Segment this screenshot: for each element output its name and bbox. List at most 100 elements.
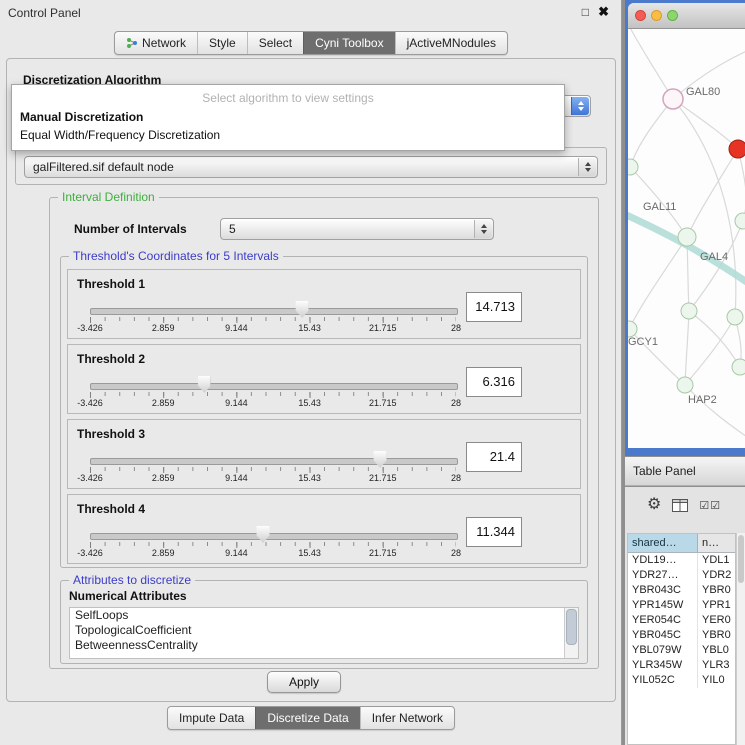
node-label-gal80: GAL80 — [686, 86, 720, 98]
dropdown-placeholder: Select algorithm to view settings — [12, 88, 564, 108]
cell[interactable]: YBL0 — [698, 643, 735, 658]
dropdown-option-manual-discretization[interactable]: Manual Discretization — [12, 108, 564, 126]
table-row[interactable]: YDL19…YDL1 — [628, 553, 735, 568]
tab-label: Infer Network — [372, 711, 443, 725]
threshold-slider[interactable] — [90, 383, 458, 390]
cell[interactable]: YIL0 — [698, 673, 735, 688]
node-gal4[interactable] — [678, 228, 696, 246]
node-hap2[interactable] — [677, 377, 693, 393]
dropdown-option-equal-width[interactable]: Equal Width/Frequency Discretization — [12, 126, 564, 144]
list-item[interactable]: BetweennessCentrality — [70, 638, 578, 653]
cell[interactable]: YDL19… — [628, 553, 698, 568]
cell[interactable]: YBR043C — [628, 583, 698, 598]
show-columns-icon[interactable] — [672, 499, 688, 512]
slider-thumb[interactable] — [296, 301, 309, 318]
table-row[interactable]: YER054CYER0 — [628, 613, 735, 628]
tab-infer-network[interactable]: Infer Network — [360, 707, 454, 729]
cell[interactable]: YBL079W — [628, 643, 698, 658]
scrollbar-thumb[interactable] — [738, 535, 744, 583]
table-row[interactable]: YIL052CYIL0 — [628, 673, 735, 688]
cell[interactable]: YBR0 — [698, 628, 735, 643]
threshold-slider[interactable] — [90, 458, 458, 465]
threshold-label: Threshold 1 — [77, 277, 145, 291]
scale-label: 21.715 — [369, 323, 397, 333]
number-of-intervals-combobox[interactable]: 5 — [220, 218, 494, 240]
table-scrollbar[interactable] — [736, 533, 745, 745]
scale-label: 9.144 — [225, 398, 248, 408]
table-panel-body: ⚙ ☑☑ shared… n… YDL19…YDL1 YDR27…YDR2 YB… — [625, 487, 745, 745]
node-label-gal11: GAL11 — [643, 201, 676, 213]
threshold-value-field[interactable]: 14.713 — [466, 292, 522, 322]
list-scrollbar[interactable] — [564, 608, 578, 658]
scale-label: -3.426 — [77, 398, 103, 408]
cell[interactable]: YDL1 — [698, 553, 735, 568]
cell[interactable]: YLR3 — [698, 658, 735, 673]
scale-label: 28 — [451, 473, 461, 483]
slider-thumb[interactable] — [257, 526, 270, 543]
cell[interactable]: YDR27… — [628, 568, 698, 583]
table-row[interactable]: YBR045CYBR0 — [628, 628, 735, 643]
column-header-name[interactable]: n… — [698, 534, 735, 552]
tab-network[interactable]: Network — [115, 32, 197, 54]
number-of-intervals-value: 5 — [229, 219, 471, 239]
tab-impute-data[interactable]: Impute Data — [168, 707, 255, 729]
attributes-list[interactable]: SelfLoops TopologicalCoefficient Between… — [69, 607, 579, 659]
node-gcy1[interactable] — [628, 321, 637, 337]
cell[interactable]: YIL052C — [628, 673, 698, 688]
node-label-gal4: GAL4 — [700, 251, 728, 263]
network-window-titlebar[interactable] — [628, 3, 745, 29]
scale-label: 9.144 — [225, 473, 248, 483]
table-data-combobox[interactable]: galFiltered.sif default node — [24, 156, 598, 178]
slider-thumb[interactable] — [374, 451, 387, 468]
list-item[interactable]: SelfLoops — [70, 608, 578, 623]
network-canvas[interactable]: GAL80 GAL11 GAL4 GCY1 HAP2 — [628, 29, 745, 448]
scrollbar-thumb[interactable] — [566, 609, 577, 645]
checkbox-icons[interactable]: ☑☑ — [699, 499, 721, 512]
tab-discretize-data[interactable]: Discretize Data — [255, 707, 359, 729]
threshold-slider[interactable] — [90, 533, 458, 540]
slider-scale: -3.426 2.859 9.144 15.43 21.715 28 — [90, 398, 456, 410]
close-button[interactable] — [635, 10, 646, 21]
scale-label: 15.43 — [298, 473, 321, 483]
cell[interactable]: YBR045C — [628, 628, 698, 643]
bottom-tab-bar: Impute Data Discretize Data Infer Networ… — [0, 706, 622, 730]
minimize-button[interactable] — [651, 10, 662, 21]
combobox-stepper-icon — [474, 220, 492, 238]
table-row[interactable]: YLR345WYLR3 — [628, 658, 735, 673]
threshold-slider[interactable] — [90, 308, 458, 315]
tab-cyni-toolbox[interactable]: Cyni Toolbox — [303, 32, 394, 54]
cell[interactable]: YPR1 — [698, 598, 735, 613]
tab-select[interactable]: Select — [247, 32, 303, 54]
settings-gear-icon[interactable]: ⚙ — [647, 493, 661, 517]
network-window: GAL80 GAL11 GAL4 GCY1 HAP2 — [628, 3, 745, 448]
slider-thumb[interactable] — [198, 376, 211, 393]
cell[interactable]: YLR345W — [628, 658, 698, 673]
selected-node-red[interactable] — [729, 140, 745, 158]
cell[interactable]: YER0 — [698, 613, 735, 628]
apply-button[interactable]: Apply — [267, 671, 341, 693]
column-header-shared-name[interactable]: shared… — [628, 534, 698, 552]
cell[interactable]: YBR0 — [698, 583, 735, 598]
close-icon[interactable]: ✖ — [598, 4, 609, 20]
node-gal80[interactable] — [663, 89, 683, 109]
table-row[interactable]: YPR145WYPR1 — [628, 598, 735, 613]
list-item[interactable]: TopologicalCoefficient — [70, 623, 578, 638]
tab-jactivemnodules[interactable]: jActiveMNodules — [395, 32, 507, 54]
table-row[interactable]: YBR043CYBR0 — [628, 583, 735, 598]
threshold-value-field[interactable]: 11.344 — [466, 517, 522, 547]
cell[interactable]: YPR145W — [628, 598, 698, 613]
cell[interactable]: YER054C — [628, 613, 698, 628]
network-view-frame: GAL80 GAL11 GAL4 GCY1 HAP2 — [625, 0, 745, 456]
node-table[interactable]: shared… n… YDL19…YDL1 YDR27…YDR2 YBR043C… — [627, 533, 736, 745]
network-graph[interactable]: GAL80 GAL11 GAL4 GCY1 HAP2 — [628, 29, 745, 448]
threshold-value-field[interactable]: 21.4 — [466, 442, 522, 472]
table-row[interactable]: YDR27…YDR2 — [628, 568, 735, 583]
zoom-button[interactable] — [667, 10, 678, 21]
table-row[interactable]: YBL079WYBL0 — [628, 643, 735, 658]
float-window-icon[interactable]: □ — [582, 5, 589, 19]
threshold-panel-1: Threshold 1 -3.426 2.859 9.144 15.43 21.… — [67, 269, 581, 339]
cell[interactable]: YDR2 — [698, 568, 735, 583]
threshold-value-field[interactable]: 6.316 — [466, 367, 522, 397]
scale-label: 15.43 — [298, 323, 321, 333]
tab-style[interactable]: Style — [197, 32, 247, 54]
